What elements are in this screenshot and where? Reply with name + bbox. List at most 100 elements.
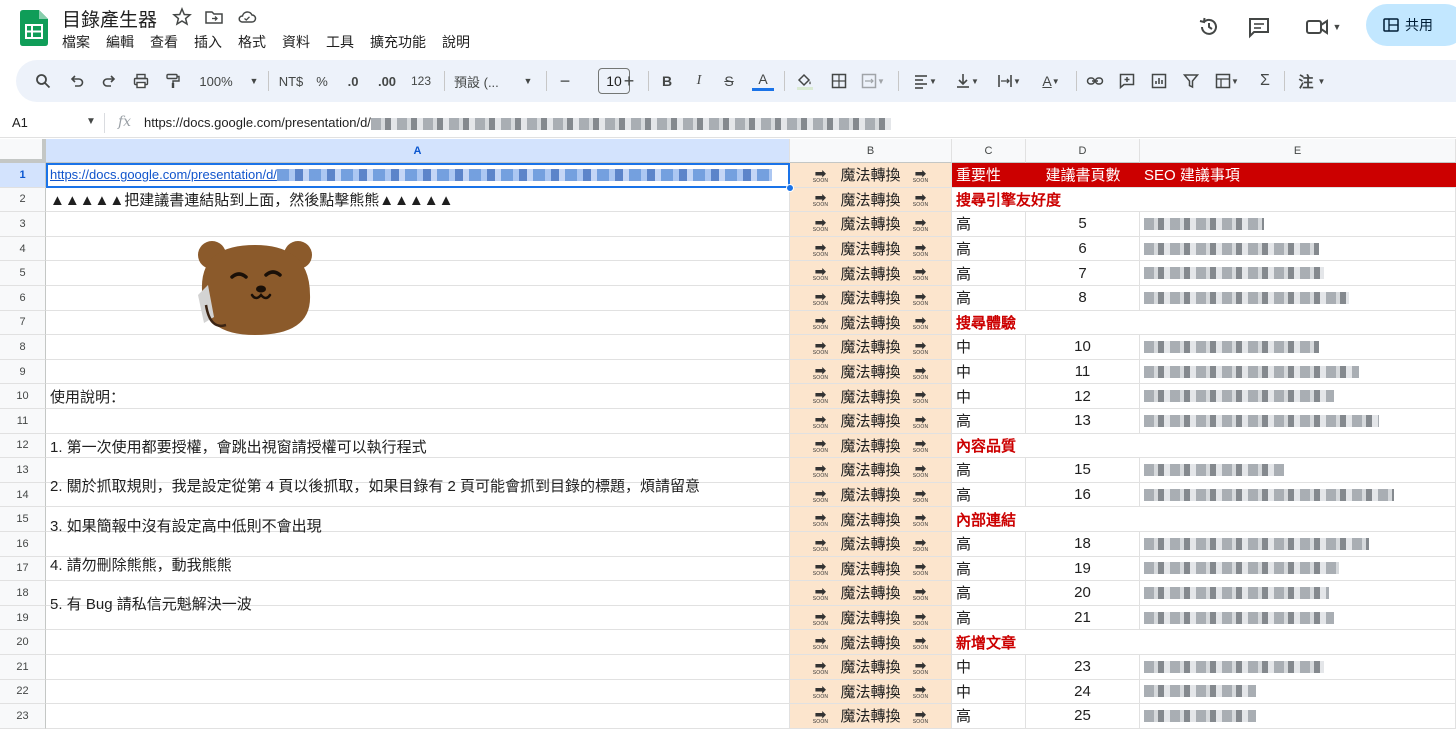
seo-suggestion-cell[interactable]: [1140, 581, 1456, 606]
decrease-font-size-icon[interactable]: −: [556, 69, 574, 93]
magic-convert-button[interactable]: ➡ SOON 魔法轉換 ➡ SOON: [790, 507, 952, 532]
cell-a[interactable]: [46, 335, 790, 360]
magic-convert-button[interactable]: ➡ SOON 魔法轉換 ➡ SOON: [790, 482, 952, 508]
importance-cell[interactable]: 高: [952, 556, 1026, 582]
row-header[interactable]: 6: [0, 286, 46, 311]
percent-format-button[interactable]: %: [314, 69, 330, 93]
page-number-cell[interactable]: 13: [1026, 409, 1140, 434]
search-menus-icon[interactable]: [32, 69, 54, 93]
magic-convert-button[interactable]: ➡ SOON 魔法轉換 ➡ SOON: [790, 556, 952, 582]
cell-a[interactable]: [46, 359, 790, 385]
horizontal-align-icon[interactable]: ▼: [908, 69, 942, 93]
cell-a[interactable]: [46, 286, 790, 311]
input-tools-button[interactable]: 注 ▼: [1294, 69, 1330, 93]
menu-format[interactable]: 格式: [238, 32, 266, 52]
text-color-button[interactable]: A: [752, 69, 774, 91]
menu-data[interactable]: 資料: [282, 32, 310, 52]
menu-view[interactable]: 查看: [150, 32, 178, 52]
section-title[interactable]: 搜尋體驗: [952, 310, 1456, 336]
url-link[interactable]: https://docs.google.com/presentation/d/: [50, 167, 277, 182]
seo-suggestion-cell[interactable]: [1140, 384, 1456, 409]
magic-convert-button[interactable]: ➡ SOON 魔法轉換 ➡ SOON: [790, 335, 952, 360]
importance-cell[interactable]: 高: [952, 261, 1026, 286]
italic-button[interactable]: I: [690, 69, 708, 93]
functions-button[interactable]: Σ: [1256, 69, 1274, 93]
cell-a[interactable]: [46, 261, 790, 286]
page-number-cell[interactable]: 11: [1026, 359, 1140, 385]
page-number-cell[interactable]: 15: [1026, 458, 1140, 483]
row-header[interactable]: 8: [0, 335, 46, 360]
bear-button-icon[interactable]: [194, 235, 316, 343]
page-number-cell[interactable]: 7: [1026, 261, 1140, 286]
menu-file[interactable]: 檔案: [62, 32, 90, 52]
seo-suggestion-cell[interactable]: [1140, 532, 1456, 557]
filter-views-icon[interactable]: ▼: [1210, 69, 1244, 93]
row-header[interactable]: 2: [0, 187, 46, 213]
row-header[interactable]: 16: [0, 532, 46, 557]
magic-convert-button[interactable]: ➡ SOON 魔法轉換 ➡ SOON: [790, 704, 952, 729]
menu-help[interactable]: 說明: [442, 32, 470, 52]
cell-a[interactable]: [46, 236, 790, 262]
row-header[interactable]: 17: [0, 556, 46, 582]
document-title[interactable]: 目錄產生器: [62, 5, 157, 32]
row-header[interactable]: 4: [0, 236, 46, 262]
paint-format-icon[interactable]: [162, 69, 184, 93]
increase-decimal-button[interactable]: .00: [374, 69, 400, 93]
seo-suggestion-cell[interactable]: [1140, 679, 1456, 705]
print-icon[interactable]: [130, 69, 152, 93]
importance-cell[interactable]: 高: [952, 482, 1026, 508]
column-header-e[interactable]: E: [1140, 139, 1456, 163]
magic-convert-button[interactable]: ➡ SOON 魔法轉換 ➡ SOON: [790, 212, 952, 237]
strikethrough-button[interactable]: S: [720, 69, 738, 93]
row-header[interactable]: 13: [0, 458, 46, 483]
cell-a[interactable]: [46, 679, 790, 705]
page-number-cell[interactable]: 8: [1026, 286, 1140, 311]
row-header[interactable]: 20: [0, 630, 46, 655]
row-header[interactable]: 12: [0, 433, 46, 459]
magic-convert-button[interactable]: ➡ SOON 魔法轉換 ➡ SOON: [790, 286, 952, 311]
importance-cell[interactable]: 高: [952, 236, 1026, 262]
seo-suggestion-cell[interactable]: [1140, 655, 1456, 680]
fill-handle[interactable]: [786, 184, 794, 192]
seo-suggestion-cell[interactable]: [1140, 605, 1456, 631]
magic-convert-button[interactable]: ➡ SOON 魔法轉換 ➡ SOON: [790, 581, 952, 606]
importance-cell[interactable]: 高: [952, 532, 1026, 557]
magic-convert-button[interactable]: ➡ SOON 魔法轉換 ➡ SOON: [790, 605, 952, 631]
cell-a[interactable]: [46, 532, 790, 557]
section-title[interactable]: 內部連結: [952, 507, 1456, 532]
importance-cell[interactable]: 中: [952, 359, 1026, 385]
zoom-select[interactable]: 100%: [196, 69, 236, 93]
fill-color-icon[interactable]: [794, 69, 816, 93]
cloud-status-icon[interactable]: [237, 7, 257, 27]
menu-edit[interactable]: 編輯: [106, 32, 134, 52]
magic-convert-button[interactable]: ➡ SOON 魔法轉換 ➡ SOON: [790, 384, 952, 409]
magic-convert-button[interactable]: ➡ SOON 魔法轉換 ➡ SOON: [790, 261, 952, 286]
bold-button[interactable]: B: [658, 69, 676, 93]
page-number-cell[interactable]: 24: [1026, 679, 1140, 705]
row-header[interactable]: 7: [0, 310, 46, 336]
name-box[interactable]: A1: [12, 115, 28, 130]
vertical-align-icon[interactable]: ▼: [950, 69, 984, 93]
seo-suggestion-cell[interactable]: [1140, 335, 1456, 360]
importance-cell[interactable]: 高: [952, 286, 1026, 311]
page-number-cell[interactable]: 16: [1026, 482, 1140, 508]
spreadsheet-grid[interactable]: A B C D E 1 https://docs.google.com/prese…: [0, 139, 1456, 730]
importance-cell[interactable]: 高: [952, 704, 1026, 729]
magic-convert-button[interactable]: ➡ SOON 魔法轉換 ➡ SOON: [790, 163, 952, 188]
seo-suggestion-cell[interactable]: [1140, 236, 1456, 262]
page-number-cell[interactable]: 19: [1026, 556, 1140, 582]
meet-dropdown-icon[interactable]: ▼: [1333, 22, 1342, 32]
history-icon[interactable]: [1196, 14, 1222, 40]
cell-a[interactable]: [46, 310, 790, 336]
column-header-a[interactable]: A: [46, 139, 790, 163]
text-rotation-icon[interactable]: A ▼: [1034, 69, 1068, 93]
importance-cell[interactable]: 高: [952, 409, 1026, 434]
menu-tools[interactable]: 工具: [326, 32, 354, 52]
row-header[interactable]: 11: [0, 409, 46, 434]
formula-input[interactable]: https://docs.google.com/presentation/d/: [144, 115, 891, 130]
text-wrapping-icon[interactable]: ▼: [992, 69, 1026, 93]
row-header[interactable]: 14: [0, 482, 46, 508]
seo-suggestion-cell[interactable]: [1140, 482, 1456, 508]
seo-suggestion-cell[interactable]: [1140, 212, 1456, 237]
magic-convert-button[interactable]: ➡ SOON 魔法轉換 ➡ SOON: [790, 532, 952, 557]
